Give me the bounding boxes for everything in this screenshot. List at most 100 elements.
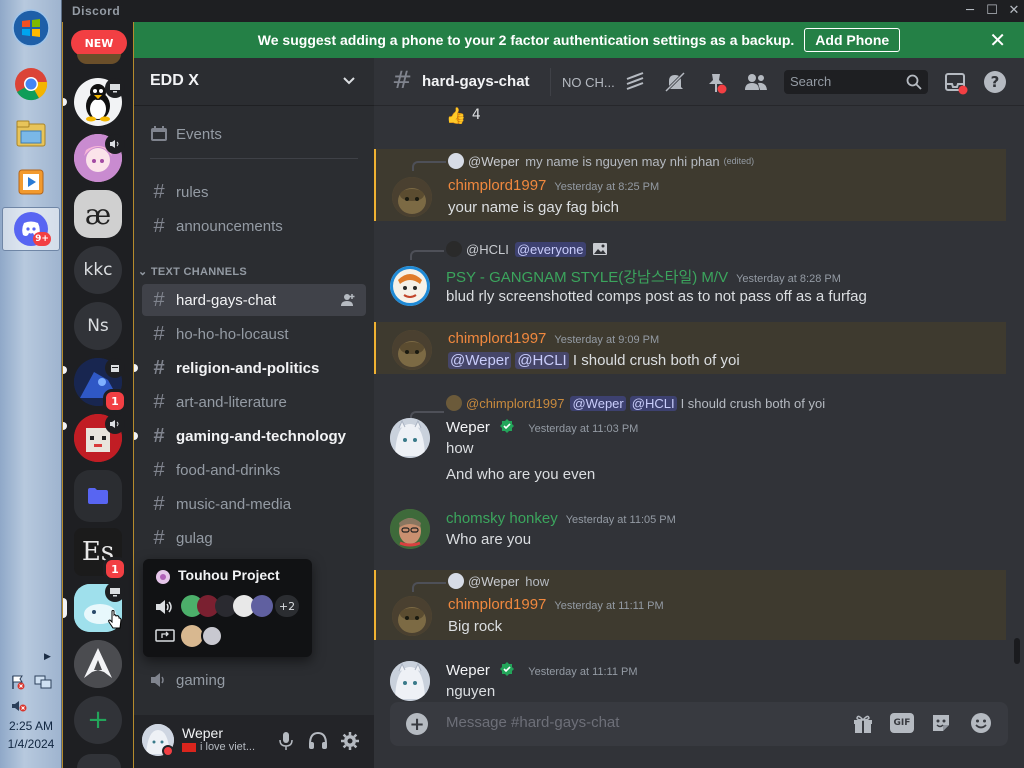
file-explorer-icon[interactable] [11, 114, 51, 154]
channel-gulag[interactable]: # gulag [142, 522, 366, 554]
sticker-icon[interactable] [930, 712, 952, 734]
server-folder[interactable] [74, 470, 122, 522]
notification-muted-bell-icon[interactable] [664, 71, 686, 93]
headphones-icon[interactable] [308, 731, 328, 751]
author-name[interactable]: chimplord1997 [448, 330, 546, 347]
message-avatar[interactable] [392, 177, 432, 217]
reply-text: how [525, 573, 550, 589]
more-participants-count: +2 [275, 595, 299, 617]
channel-food-and-drinks[interactable]: # food-and-drinks [142, 454, 366, 486]
voice-participant-avatar [251, 595, 273, 617]
minimize-button[interactable]: ─ [958, 0, 982, 22]
tray-clock-time[interactable]: 2:25 AM [0, 719, 62, 733]
add-phone-button[interactable]: Add Phone [804, 28, 901, 52]
message-text: nguyen [446, 683, 496, 700]
volume-muted-icon[interactable] [10, 698, 28, 717]
author-name[interactable]: PSY - GANGNAM STYLE(강남스타일) M/V [446, 269, 728, 286]
channel-art-and-literature[interactable]: # art-and-literature [142, 386, 366, 418]
reaction-thumbs-up[interactable]: 👍 4 [446, 104, 481, 126]
author-name[interactable]: chomsky honkey [446, 510, 558, 527]
message-composer[interactable]: + Message #hard-gays-chat GIF [390, 702, 1008, 746]
new-unreads-pill[interactable]: NEW [71, 30, 127, 56]
maximize-button[interactable]: ☐ [980, 0, 1004, 22]
channel-music-and-media[interactable]: # music-and-media [142, 488, 366, 520]
window-close-button[interactable]: ✕ [1002, 0, 1024, 22]
chat-scrollbar[interactable] [1014, 638, 1020, 664]
banner-close-icon[interactable]: ✕ [989, 28, 1006, 53]
voice-channel-gaming[interactable]: gaming [142, 664, 366, 696]
search-box[interactable]: Search [784, 70, 928, 94]
message-author[interactable]: chimplord1997 Yesterday at 9:09 PM [448, 330, 659, 347]
member-list-icon[interactable] [744, 72, 768, 92]
channel-ho-ho-ho-locaust[interactable]: # ho-ho-ho-locaust [142, 318, 366, 350]
channel-hard-gays-chat[interactable]: # hard-gays-chat [142, 284, 366, 316]
message-highlighted[interactable]: @Weper my name is nguyen may nhi phan (e… [374, 149, 1006, 221]
guild-header[interactable]: EDD X [134, 58, 374, 106]
inbox-icon[interactable] [944, 71, 968, 95]
create-invite-icon[interactable] [340, 292, 356, 308]
chrome-icon[interactable] [11, 64, 51, 104]
network-icon[interactable] [34, 674, 52, 694]
user-mention[interactable]: @HCLI [515, 352, 569, 369]
upload-plus-icon[interactable]: + [406, 713, 428, 735]
discover-button-partial[interactable] [77, 754, 121, 768]
message-highlighted[interactable]: @Weper how chimplord1997 Yesterday at 11:… [374, 570, 1006, 640]
channel-topic[interactable]: NO CH... [562, 75, 615, 90]
gift-icon[interactable] [852, 712, 874, 734]
add-server-button[interactable]: + [74, 696, 122, 744]
threads-icon[interactable] [624, 71, 646, 93]
user-mention[interactable]: @Weper [448, 352, 512, 369]
voice-speaker-icon [156, 600, 172, 614]
message-author[interactable]: Weper Yesterday at 11:03 PM [446, 418, 638, 436]
message-avatar[interactable] [392, 330, 432, 370]
message-highlighted[interactable]: chimplord1997 Yesterday at 9:09 PM @Weper… [374, 322, 1006, 374]
channel-name: art-and-literature [176, 393, 287, 411]
author-name[interactable]: chimplord1997 [448, 596, 546, 613]
message-input[interactable]: Message #hard-gays-chat [446, 714, 619, 731]
emoji-icon[interactable] [970, 712, 992, 734]
server-icon-ns[interactable]: Ns [74, 302, 122, 350]
message-avatar[interactable] [390, 418, 430, 458]
server-icon-arch[interactable] [74, 640, 122, 688]
server-icon-ae[interactable]: æ [74, 190, 122, 238]
calendar-icon [151, 126, 167, 141]
server-unread-pill [63, 366, 67, 374]
reply-preview[interactable]: @Weper how [448, 573, 549, 589]
reply-preview[interactable]: @HCLI @everyone [446, 241, 608, 257]
start-button[interactable] [11, 8, 51, 48]
reply-preview[interactable]: @Weper my name is nguyen may nhi phan (e… [448, 153, 754, 169]
channel-gaming-and-technology[interactable]: # gaming-and-technology [134, 420, 366, 452]
server-icon-kkc[interactable]: kkc [74, 246, 122, 294]
message-avatar[interactable] [390, 661, 430, 701]
category-text-channels[interactable]: ⌄ TEXT CHANNELS [138, 265, 247, 278]
message-avatar[interactable] [392, 596, 432, 636]
search-input[interactable]: Search [790, 74, 831, 89]
category-chevron-icon: ⌄ [138, 266, 151, 278]
discord-taskbar-button[interactable]: 9+ [2, 207, 60, 251]
events-link[interactable]: Events [142, 118, 366, 150]
microphone-icon[interactable] [278, 731, 294, 751]
author-name[interactable]: chimplord1997 [448, 177, 546, 194]
message-avatar[interactable] [390, 266, 430, 306]
tray-expand-icon[interactable]: ▶ [44, 652, 51, 662]
author-name[interactable]: Weper [446, 419, 490, 436]
server-icon-partial[interactable] [77, 54, 121, 64]
pinned-messages-icon[interactable] [704, 71, 728, 95]
channel-announcements[interactable]: # announcements [142, 210, 366, 242]
media-player-icon[interactable] [11, 162, 51, 202]
message-avatar[interactable] [390, 509, 430, 549]
tray-clock-date[interactable]: 1/4/2024 [0, 737, 62, 751]
author-name[interactable]: Weper [446, 662, 490, 679]
channel-rules[interactable]: # rules [142, 176, 366, 208]
message-author[interactable]: PSY - GANGNAM STYLE(강남스타일) M/V Yesterday … [446, 266, 841, 287]
message-author[interactable]: chimplord1997 Yesterday at 11:11 PM [448, 596, 664, 613]
message-author[interactable]: chimplord1997 Yesterday at 8:25 PM [448, 177, 659, 194]
action-center-flag-icon[interactable] [10, 674, 26, 694]
reply-preview[interactable]: @chimplord1997 @Weper @HCLI I should cru… [446, 395, 825, 411]
message-author[interactable]: chomsky honkey Yesterday at 11:05 PM [446, 510, 676, 527]
help-icon[interactable]: ? [984, 71, 1006, 93]
settings-gear-icon[interactable] [340, 731, 360, 751]
message-author[interactable]: Weper Yesterday at 11:11 PM [446, 661, 638, 679]
gif-button[interactable]: GIF [890, 713, 914, 733]
channel-religion-and-politics[interactable]: # religion-and-politics [134, 352, 366, 384]
